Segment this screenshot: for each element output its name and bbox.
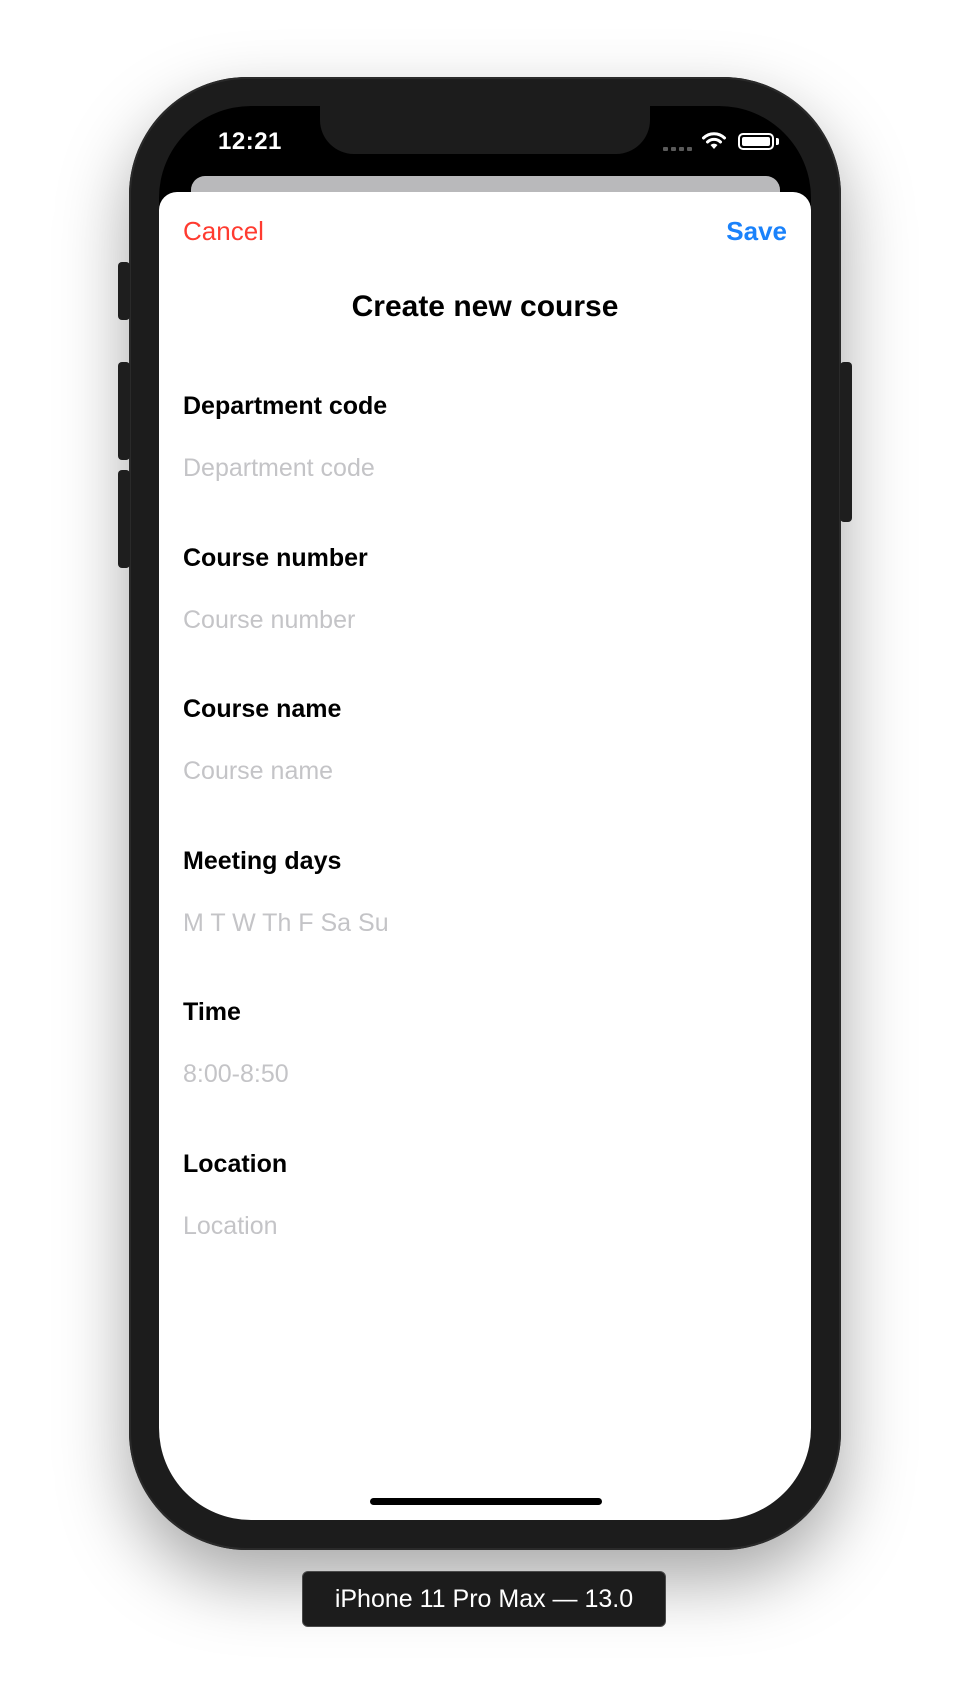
time-field: Time [183, 998, 787, 1150]
home-indicator[interactable] [370, 1498, 602, 1505]
department-code-input[interactable] [183, 454, 787, 483]
volume-up-button [118, 362, 130, 460]
battery-icon [738, 133, 774, 150]
simulator-device-label: iPhone 11 Pro Max — 13.0 [302, 1571, 666, 1627]
department-code-field: Department code [183, 392, 787, 544]
time-input[interactable] [183, 1060, 787, 1089]
department-code-label: Department code [183, 392, 388, 420]
volume-down-button [118, 470, 130, 568]
location-input[interactable] [183, 1211, 787, 1241]
meeting-days-label: Meeting days [183, 846, 342, 875]
silent-switch [118, 262, 130, 320]
cancel-button[interactable]: Cancel [183, 216, 264, 247]
status-time: 12:21 [218, 128, 282, 155]
course-form: Department code Course number Course nam… [183, 392, 787, 1301]
location-label: Location [183, 1149, 288, 1178]
save-button[interactable]: Save [726, 216, 787, 247]
create-course-sheet: Cancel Save Create new course Department… [159, 192, 811, 1520]
course-name-field: Course name [183, 695, 787, 847]
meeting-days-field: Meeting days [183, 847, 787, 999]
course-number-label: Course number [183, 543, 368, 572]
time-label: Time [183, 998, 241, 1026]
meeting-days-input[interactable] [183, 908, 787, 938]
wifi-icon [702, 132, 726, 149]
cellular-signal-icon [663, 147, 692, 151]
course-number-input[interactable] [183, 605, 787, 635]
notch [320, 106, 650, 154]
simulator-stage: 12:21 Cancel Save Create new course Depa… [0, 0, 970, 1700]
page-title: Create new course [351, 290, 619, 323]
course-number-field: Course number [183, 544, 787, 696]
course-name-label: Course name [183, 695, 342, 723]
course-name-input[interactable] [183, 757, 787, 786]
power-button [840, 362, 852, 522]
battery-tip [776, 138, 779, 145]
location-field: Location [183, 1150, 787, 1302]
